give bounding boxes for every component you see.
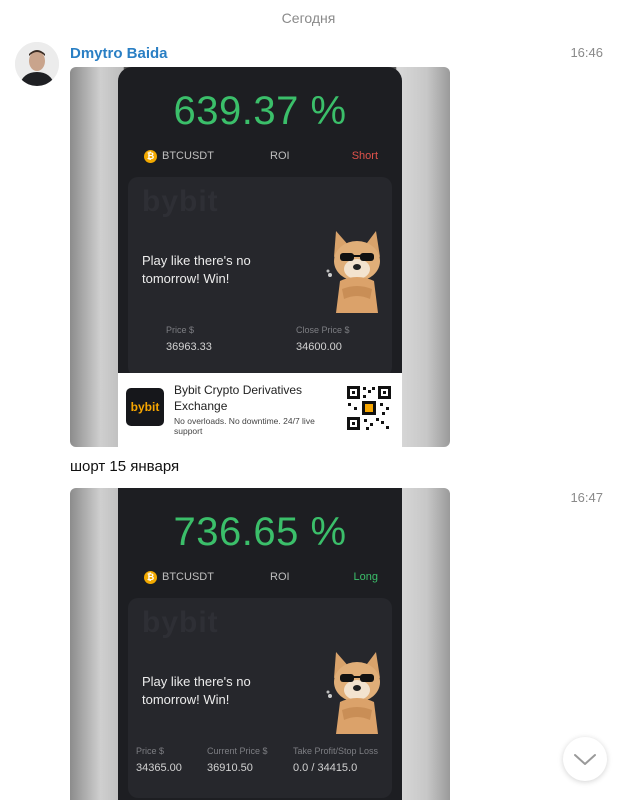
phone-screen: 736.65 % ₿ BTCUSDT ROI Long bybit Play l… xyxy=(118,488,402,800)
field-label: Price $ xyxy=(166,325,195,335)
field-value: 36963.33 xyxy=(166,341,212,353)
bybit-watermark: bybit xyxy=(142,185,219,218)
position-side: Long xyxy=(353,571,378,583)
ad-title: Bybit Crypto Derivatives Exchange xyxy=(174,383,303,413)
avatar[interactable] xyxy=(15,42,59,86)
field-label: Take Profit/Stop Loss xyxy=(293,746,379,756)
roi-percent: 639.37 % xyxy=(173,89,347,133)
bitcoin-coin-icon: ₿ xyxy=(144,150,157,163)
bybit-logo: bybit xyxy=(126,388,164,426)
share-card: bybit Play like there's no tomorrow! Win… xyxy=(128,598,392,798)
field-value: 34600.00 xyxy=(296,341,342,353)
doge-mascot-icon xyxy=(326,231,380,313)
trading-pair: BTCUSDT xyxy=(162,571,214,583)
slogan-line: tomorrow! Win! xyxy=(142,692,230,707)
slogan-line: Play like there's no xyxy=(142,674,251,689)
roi-label: ROI xyxy=(270,571,290,583)
field-label: Close Price $ xyxy=(296,325,350,335)
chevron-down-icon xyxy=(574,754,596,765)
slogan-line: Play like there's no xyxy=(142,253,251,268)
field-value: 34365.00 xyxy=(136,762,182,774)
screenshot-image[interactable]: 639.37 % ₿ BTCUSDT ROI Short bybit Play … xyxy=(70,67,450,447)
roi-label: ROI xyxy=(270,150,290,162)
slogan: Play like there's no tomorrow! Win! xyxy=(142,673,292,709)
date-separator: Сегодня xyxy=(281,10,336,26)
scroll-to-bottom-button[interactable] xyxy=(563,737,607,781)
message-time: 16:46 xyxy=(570,45,603,60)
message-time: 16:47 xyxy=(570,490,603,505)
doge-mascot-icon xyxy=(326,652,380,734)
slogan-line: tomorrow! Win! xyxy=(142,271,230,286)
share-card: bybit Play like there's no tomorrow! Win… xyxy=(128,177,392,377)
field-value: 0.0 / 34415.0 xyxy=(293,762,358,774)
field-value: 36910.50 xyxy=(207,762,253,774)
ad-banner: bybit Bybit Crypto Derivatives Exchange … xyxy=(118,373,402,447)
screenshot-image[interactable]: 736.65 % ₿ BTCUSDT ROI Long bybit Play l… xyxy=(70,488,450,800)
message-caption: шорт 15 января xyxy=(70,458,180,475)
field-label: Price $ xyxy=(136,746,165,756)
position-info-row: ₿ BTCUSDT ROI Short xyxy=(118,149,402,165)
roi-percent: 736.65 % xyxy=(173,510,347,554)
slogan: Play like there's no tomorrow! Win! xyxy=(142,252,292,288)
qr-code-icon xyxy=(346,385,392,431)
field-label: Current Price $ xyxy=(207,746,268,756)
phone-screen: 639.37 % ₿ BTCUSDT ROI Short bybit Play … xyxy=(118,67,402,447)
bitcoin-coin-icon: ₿ xyxy=(144,571,157,584)
position-side: Short xyxy=(351,150,378,162)
bybit-watermark: bybit xyxy=(142,606,219,639)
position-info-row: ₿ BTCUSDT ROI Long xyxy=(118,570,402,586)
trading-pair: BTCUSDT xyxy=(162,150,214,162)
ad-description: No overloads. No downtime. 24/7 live sup… xyxy=(174,416,315,436)
sender-name[interactable]: Dmytro Baida xyxy=(70,45,168,62)
